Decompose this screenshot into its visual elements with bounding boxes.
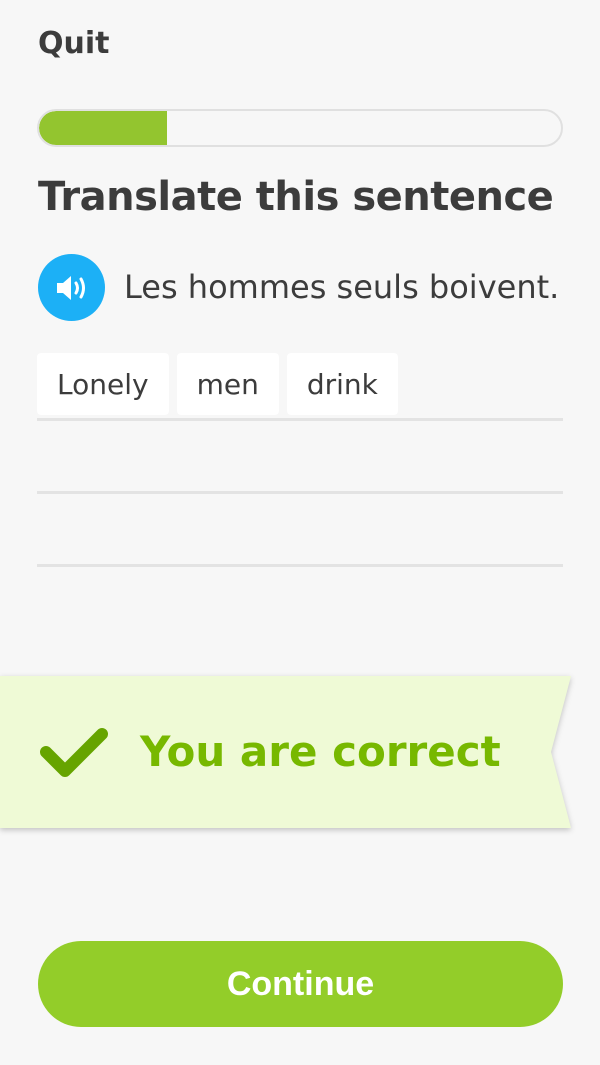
- answer-line: [37, 564, 563, 567]
- speaker-icon: [56, 275, 85, 300]
- answer-line: [37, 418, 563, 421]
- prompt-sentence: Les hommes seuls boivent.: [124, 268, 560, 306]
- word-tile[interactable]: drink: [286, 353, 398, 415]
- answer-tiles: Lonely men drink: [37, 353, 398, 415]
- continue-button[interactable]: Continue: [38, 941, 563, 1027]
- answer-line: [37, 491, 563, 494]
- progress-bar: [37, 109, 563, 147]
- quit-button[interactable]: Quit: [38, 26, 109, 61]
- feedback-message: You are correct: [140, 727, 501, 776]
- play-audio-button[interactable]: [38, 254, 105, 321]
- word-tile[interactable]: Lonely: [37, 353, 169, 415]
- exercise-instruction: Translate this sentence: [38, 174, 554, 220]
- progress-bar-fill: [39, 111, 167, 145]
- word-tile[interactable]: men: [176, 353, 279, 415]
- checkmark-icon: [40, 728, 108, 777]
